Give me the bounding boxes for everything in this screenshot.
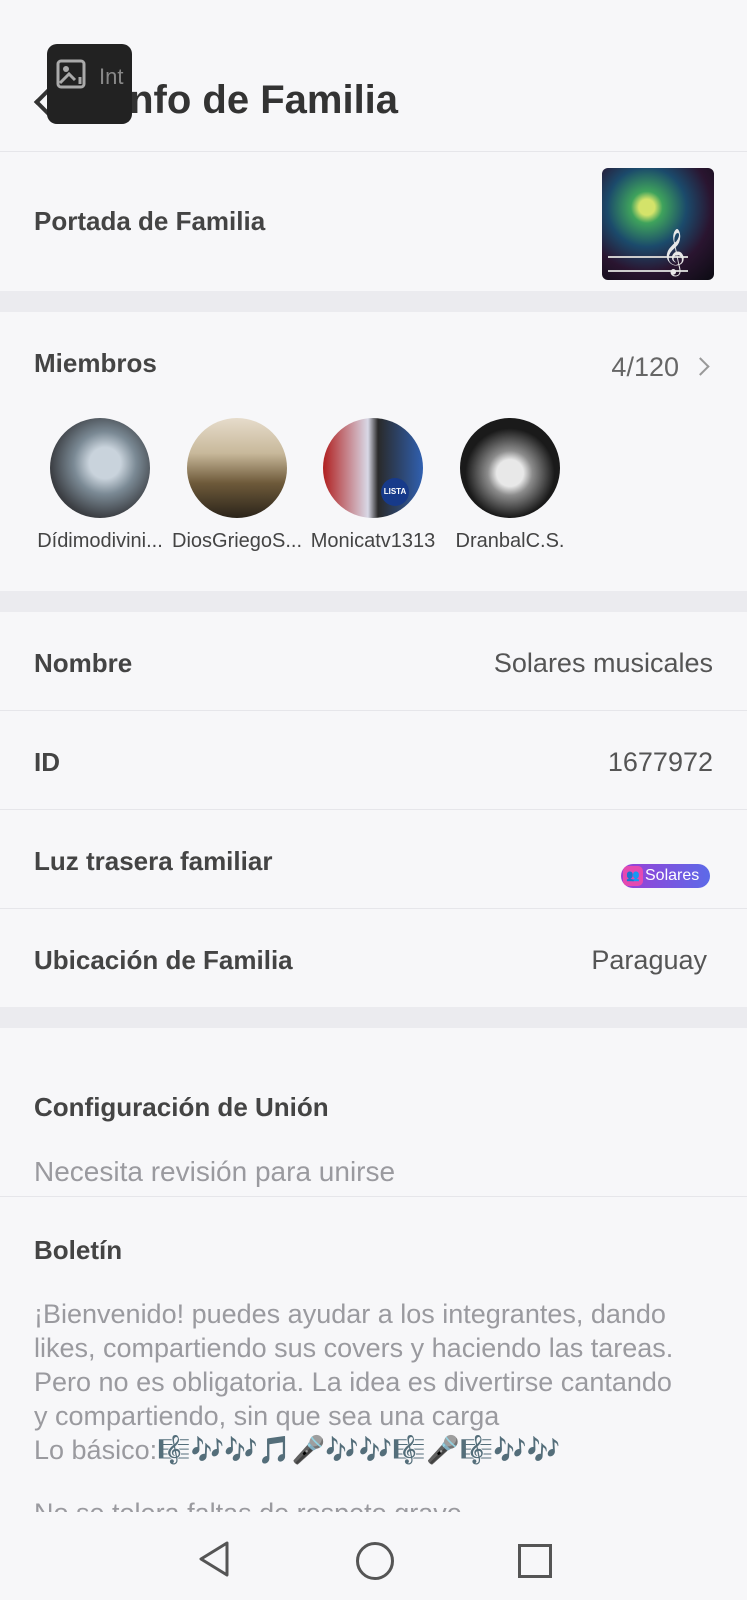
member-name: Dídimodivini... <box>37 530 163 552</box>
image-error-overlay[interactable]: Int <box>47 44 132 124</box>
member-name: DiosGriegoS... <box>172 530 302 552</box>
bulletin-line: likes, compartiendo sus covers y haciend… <box>34 1333 674 1363</box>
nav-back-icon[interactable] <box>197 1540 231 1578</box>
bulletin-text: ¡Bienvenido! puedes ayudar a los integra… <box>34 1297 724 1467</box>
avatar[interactable]: LISTA B <box>323 418 423 518</box>
family-cover-image[interactable]: 𝄞 <box>602 168 714 280</box>
backlight-label: Luz trasera familiar <box>34 846 273 876</box>
section-divider <box>0 291 747 312</box>
overlay-label: Int <box>99 64 124 89</box>
bulletin-line: Lo básico:🎼🎶🎶🎵🎤🎶🎶🎼🎤🎼🎶🎶 <box>34 1435 561 1465</box>
backlight-row[interactable]: Luz trasera familiar <box>0 810 747 908</box>
badge-text: Solares <box>645 867 700 884</box>
cover-label: Portada de Familia <box>34 206 266 236</box>
bulletin-line: Pero no es obligatoria. La idea es diver… <box>34 1367 672 1397</box>
bulletin-line: y compartiendo, sin que sea una carga <box>34 1401 500 1431</box>
avatar[interactable] <box>460 418 560 518</box>
union-config-value: Necesita revisión para unirse <box>34 1156 396 1187</box>
location-label: Ubicación de Familia <box>34 945 293 975</box>
header-bar: Info de Familia Int <box>0 0 747 152</box>
members-label: Miembros <box>34 348 157 378</box>
section-divider <box>0 1007 747 1028</box>
broken-image-icon <box>56 59 86 89</box>
treble-clef-icon: 𝄞 <box>662 230 686 274</box>
group-icon: 👥 <box>623 866 643 886</box>
id-value: 1677972 <box>607 747 713 777</box>
bulletin-label: Boletín <box>34 1235 123 1265</box>
nav-home-icon[interactable] <box>356 1542 394 1580</box>
member-name: Monicatv1313 <box>310 530 436 552</box>
nav-recents-icon[interactable] <box>518 1544 552 1578</box>
location-row[interactable]: Ubicación de Familia Paraguay <box>0 909 747 1007</box>
id-row[interactable]: ID 1677972 <box>0 711 747 809</box>
avatar[interactable] <box>50 418 150 518</box>
lista-b-badge: LISTA B <box>381 478 409 518</box>
family-light-badge: 👥 Solares <box>621 864 710 888</box>
name-label: Nombre <box>34 648 133 678</box>
name-row[interactable]: Nombre Solares musicales <box>0 612 747 710</box>
members-count[interactable]: 4/120 <box>611 352 679 383</box>
avatar[interactable] <box>187 418 287 518</box>
page-title: Info de Familia <box>118 78 399 122</box>
member-name: DranbalC.S. <box>455 530 565 552</box>
bulletin-line: ¡Bienvenido! puedes ayudar a los integra… <box>34 1299 666 1329</box>
union-config-row[interactable]: Configuración de Unión Necesita revisión… <box>0 1028 747 1196</box>
name-value: Solares musicales <box>493 648 713 678</box>
section-divider <box>0 591 747 612</box>
location-value: Paraguay <box>591 945 707 975</box>
id-label: ID <box>34 747 60 777</box>
union-config-label: Configuración de Unión <box>34 1092 329 1122</box>
